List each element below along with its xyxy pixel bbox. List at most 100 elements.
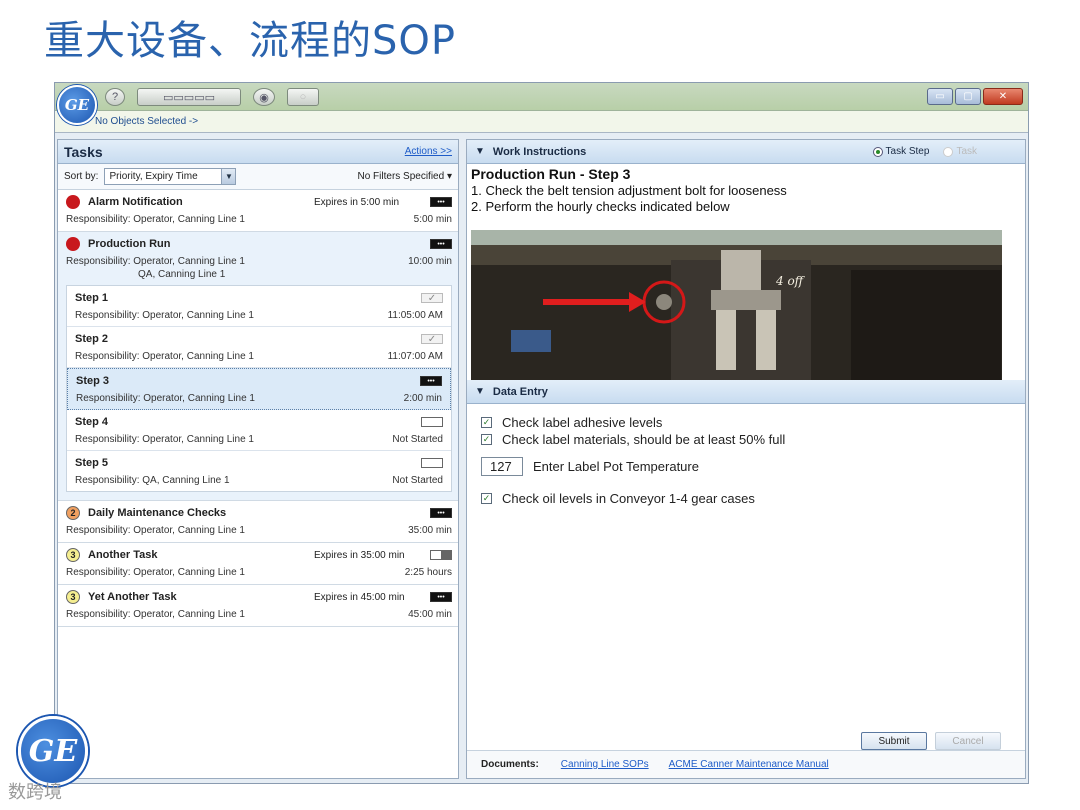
tasks-header: Tasks Actions >> xyxy=(58,140,458,164)
equipment-photo: 4 off xyxy=(471,230,1002,380)
check-icon: ✓ xyxy=(421,293,443,304)
step-item[interactable]: Step 2 ✓ Responsibility: Operator, Canni… xyxy=(67,327,451,368)
task-yet-another-task[interactable]: 3 Yet Another Task Expires in 45:00 min … xyxy=(58,585,458,627)
task-alarm-notification[interactable]: Alarm Notification Expires in 5:00 min •… xyxy=(58,190,458,232)
sort-value: Priority, Expiry Time xyxy=(109,171,198,182)
data-entry-body: ✓ Check label adhesive levels ✓ Check labe… xyxy=(467,404,1025,744)
task-time: 45:00 min xyxy=(408,608,452,620)
priority-2-icon: 2 xyxy=(66,506,80,520)
check-label: Check label adhesive levels xyxy=(502,415,663,430)
check-oil-levels[interactable]: ✓ Check oil levels in Conveyor 1-4 gear c… xyxy=(481,490,1011,507)
in-progress-status-icon: ••• xyxy=(430,592,452,602)
checkbox-checked-icon[interactable]: ✓ xyxy=(481,493,492,504)
data-entry-title: Data Entry xyxy=(492,385,548,398)
task-name: Yet Another Task xyxy=(88,591,177,603)
task-name: Daily Maintenance Checks xyxy=(88,507,227,519)
chevron-down-icon[interactable]: ▼ xyxy=(221,169,236,184)
radio-label: Task xyxy=(956,146,977,157)
watermark: 数跨境 xyxy=(8,782,62,803)
task-name: Alarm Notification xyxy=(88,196,183,208)
help-icon[interactable]: ? xyxy=(105,88,125,106)
work-instructions-header[interactable]: ▼ Work Instructions Task Step Task xyxy=(467,140,1025,164)
task-responsibility: Responsibility: Operator, Canning Line 1 xyxy=(66,255,245,267)
task-list: Alarm Notification Expires in 5:00 min •… xyxy=(58,190,458,627)
step-name: Step 1 xyxy=(75,292,109,304)
radio-unselected-icon xyxy=(943,146,954,157)
checkbox-checked-icon[interactable]: ✓ xyxy=(481,434,492,445)
documents-label: Documents: xyxy=(481,759,539,770)
document-link[interactable]: Canning Line SOPs xyxy=(561,759,649,770)
priority-3-icon: 3 xyxy=(66,548,80,562)
temperature-label: Enter Label Pot Temperature xyxy=(533,459,699,474)
maximize-button[interactable]: ▢ xyxy=(955,88,981,105)
checkbox-checked-icon[interactable]: ✓ xyxy=(481,417,492,428)
step-time: Not Started xyxy=(392,433,443,445)
not-started-status-icon xyxy=(421,458,443,468)
task-expires: Expires in 35:00 min xyxy=(314,549,405,561)
tasks-title: Tasks xyxy=(64,143,103,160)
partial-status-icon xyxy=(430,550,452,560)
data-entry-header[interactable]: ▼ Data Entry xyxy=(467,380,1025,404)
settings-icon[interactable]: ◉ xyxy=(253,88,275,106)
collapse-triangle-icon[interactable]: ▼ xyxy=(475,386,485,397)
task-production-run[interactable]: Production Run ••• Responsibility: Opera… xyxy=(58,232,458,501)
step-name: Step 4 xyxy=(75,416,109,428)
cancel-button[interactable]: Cancel xyxy=(935,732,1001,750)
step-time: 11:05:00 AM xyxy=(387,309,443,321)
priority-red-icon xyxy=(66,195,80,209)
slide-title: 重大设备、流程的SOP xyxy=(44,18,456,64)
task-expires: Expires in 45:00 min xyxy=(314,591,405,603)
collapse-triangle-icon[interactable]: ▼ xyxy=(475,146,485,157)
ge-logo: GE xyxy=(57,85,97,125)
priority-3-icon: 3 xyxy=(66,590,80,604)
sort-bar: Sort by: Priority, Expiry Time ▼ No Filt… xyxy=(58,164,458,190)
not-started-status-icon xyxy=(421,417,443,427)
ge-logo-large: GE xyxy=(18,716,88,786)
actions-link[interactable]: Actions >> xyxy=(405,146,452,157)
task-time: 35:00 min xyxy=(408,524,452,536)
tasks-panel: Tasks Actions >> Sort by: Priority, Expi… xyxy=(57,139,459,779)
check-adhesive[interactable]: ✓ Check label adhesive levels xyxy=(481,414,1011,431)
step-item[interactable]: Step 4 Responsibility: Operator, Canning… xyxy=(67,410,451,451)
title-bar: GE ? ▭▭▭▭▭ ◉ ○ ▭ ▢ ✕ xyxy=(55,83,1028,125)
minimize-button[interactable]: ▭ xyxy=(927,88,953,105)
temperature-input[interactable]: 127 xyxy=(481,457,523,476)
check-materials[interactable]: ✓ Check label materials, should be at lea… xyxy=(481,431,1011,448)
step-item[interactable]: Step 5 Responsibility: QA, Canning Line … xyxy=(67,451,451,491)
task-daily-maintenance[interactable]: 2 Daily Maintenance Checks ••• Responsib… xyxy=(58,501,458,543)
app-window: GE ? ▭▭▭▭▭ ◉ ○ ▭ ▢ ✕ No Objects Selected… xyxy=(54,82,1029,784)
check-label: Check oil levels in Conveyor 1-4 gear ca… xyxy=(502,491,755,506)
task-expires: Expires in 5:00 min xyxy=(314,196,400,208)
task-responsibility: Responsibility: Operator, Canning Line 1 xyxy=(66,213,245,225)
in-progress-status-icon: ••• xyxy=(430,508,452,518)
sort-select[interactable]: Priority, Expiry Time ▼ xyxy=(104,168,237,185)
layout-icon[interactable]: ▭▭▭▭▭ xyxy=(137,88,241,106)
instruction-line: 2. Perform the hourly checks indicated b… xyxy=(471,199,730,214)
radio-label: Task Step xyxy=(885,146,930,157)
step-time: 11:07:00 AM xyxy=(387,350,443,362)
step-item-active[interactable]: Step 3 ••• Responsibility: Operator, Can… xyxy=(67,368,451,410)
details-panel: ▼ Work Instructions Task Step Task Produ… xyxy=(466,139,1026,779)
step-list: Step 1 ✓ Responsibility: Operator, Canni… xyxy=(66,285,452,492)
document-link[interactable]: ACME Canner Maintenance Manual xyxy=(669,759,829,770)
info-icon[interactable]: ○ xyxy=(287,88,319,106)
work-instructions-title: Work Instructions xyxy=(492,145,587,158)
task-time: 2:25 hours xyxy=(404,566,452,578)
task-another-task[interactable]: 3 Another Task Expires in 35:00 min Resp… xyxy=(58,543,458,585)
radio-task-step[interactable]: Task Step xyxy=(872,146,930,157)
in-progress-status-icon: ••• xyxy=(430,239,452,249)
radio-task[interactable]: Task xyxy=(943,146,977,157)
task-responsibility: Responsibility: Operator, Canning Line 1 xyxy=(66,524,245,536)
close-button[interactable]: ✕ xyxy=(983,88,1023,105)
submit-button[interactable]: Submit xyxy=(861,732,927,750)
documents-bar: Documents: Canning Line SOPs ACME Canner… xyxy=(467,750,1025,778)
step-item[interactable]: Step 1 ✓ Responsibility: Operator, Canni… xyxy=(67,286,451,327)
task-responsibility: Responsibility: Operator, Canning Line 1 xyxy=(66,566,245,578)
selection-bar: No Objects Selected -> xyxy=(55,111,1028,133)
step-responsibility: Responsibility: Operator, Canning Line 1 xyxy=(75,309,254,321)
task-time: 10:00 min xyxy=(408,255,452,267)
step-responsibility: Responsibility: Operator, Canning Line 1 xyxy=(75,433,254,445)
photo-annotation: 4 off xyxy=(775,274,806,288)
filters-dropdown[interactable]: No Filters Specified ▾ xyxy=(357,171,452,182)
sort-label: Sort by: xyxy=(64,171,99,182)
